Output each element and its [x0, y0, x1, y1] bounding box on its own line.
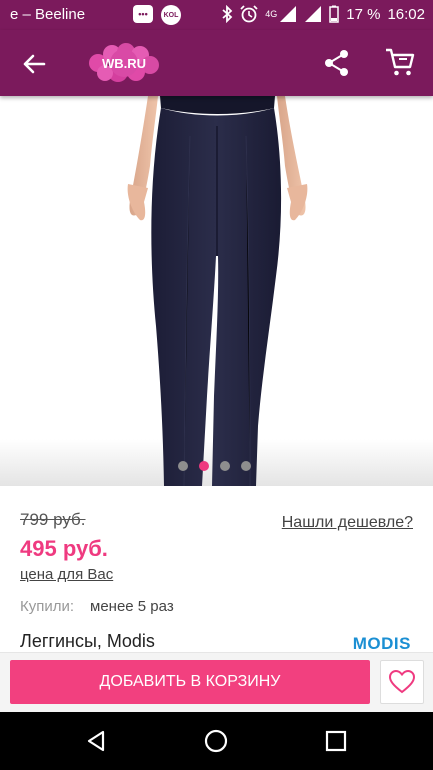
signal-icon [280, 6, 297, 22]
app-bar: WB.RU [0, 30, 433, 96]
carousel-dot[interactable] [241, 461, 251, 471]
found-cheaper-link[interactable]: Нашли дешевле? [282, 514, 413, 532]
leggings-photo [127, 96, 308, 486]
system-icons: 4G 17 % 16:02 [221, 5, 425, 23]
bluetooth-icon [222, 5, 233, 23]
action-bar: ДОБАВИТЬ В КОРЗИНУ [0, 652, 433, 712]
carousel-dot[interactable] [178, 461, 188, 471]
brand-logo[interactable]: MODIS [353, 634, 411, 654]
share-icon[interactable] [322, 48, 352, 78]
signal-icon-2 [305, 6, 322, 22]
wb-logo[interactable]: WB.RU [88, 43, 160, 83]
heart-icon [389, 670, 415, 694]
alarm-icon [240, 5, 258, 23]
back-arrow-icon[interactable] [18, 48, 50, 80]
navigation-bar [0, 712, 433, 770]
old-price: 799 руб. [20, 510, 86, 529]
logo-text: WB.RU [102, 56, 146, 71]
product-image[interactable] [0, 96, 433, 486]
logo-bubbles: WB.RU [89, 43, 159, 82]
nav-recents-button[interactable] [322, 727, 350, 755]
message-notification-icon: ••• [133, 5, 153, 23]
app-notification-icon: KOL [161, 5, 181, 25]
bought-label: Купили: [20, 598, 75, 615]
clock: 16:02 [387, 5, 425, 23]
nav-home-button[interactable] [202, 727, 230, 755]
current-price: 495 руб. [20, 536, 108, 561]
nav-back-icon [87, 730, 105, 752]
screen: e – Beeline ••• KOL 4G 17 % 16:02 WB.RU … [0, 0, 433, 770]
notification-icons: ••• KOL [133, 5, 181, 25]
carrier-name: e – Beeline [10, 6, 86, 23]
nav-recents-icon [325, 730, 347, 752]
product-title: Леггинсы, Modis [20, 631, 155, 651]
nav-back-button[interactable] [82, 727, 110, 755]
price-for-you-link[interactable]: цена для Вас [20, 566, 113, 583]
battery-icon [329, 5, 339, 23]
nav-home-icon [204, 729, 228, 753]
network-type: 4G [265, 9, 278, 19]
favorite-button[interactable] [380, 660, 424, 704]
battery-percent: 17 % [346, 5, 381, 23]
status-bar: e – Beeline ••• KOL 4G 17 % 16:02 [0, 0, 433, 30]
carousel-dots [178, 461, 251, 471]
bought-value: менее 5 раз [90, 598, 174, 615]
carousel-dot[interactable] [220, 461, 230, 471]
cart-icon[interactable] [384, 46, 416, 78]
carousel-dot-active[interactable] [199, 461, 209, 471]
add-to-cart-button[interactable]: ДОБАВИТЬ В КОРЗИНУ [10, 660, 370, 704]
